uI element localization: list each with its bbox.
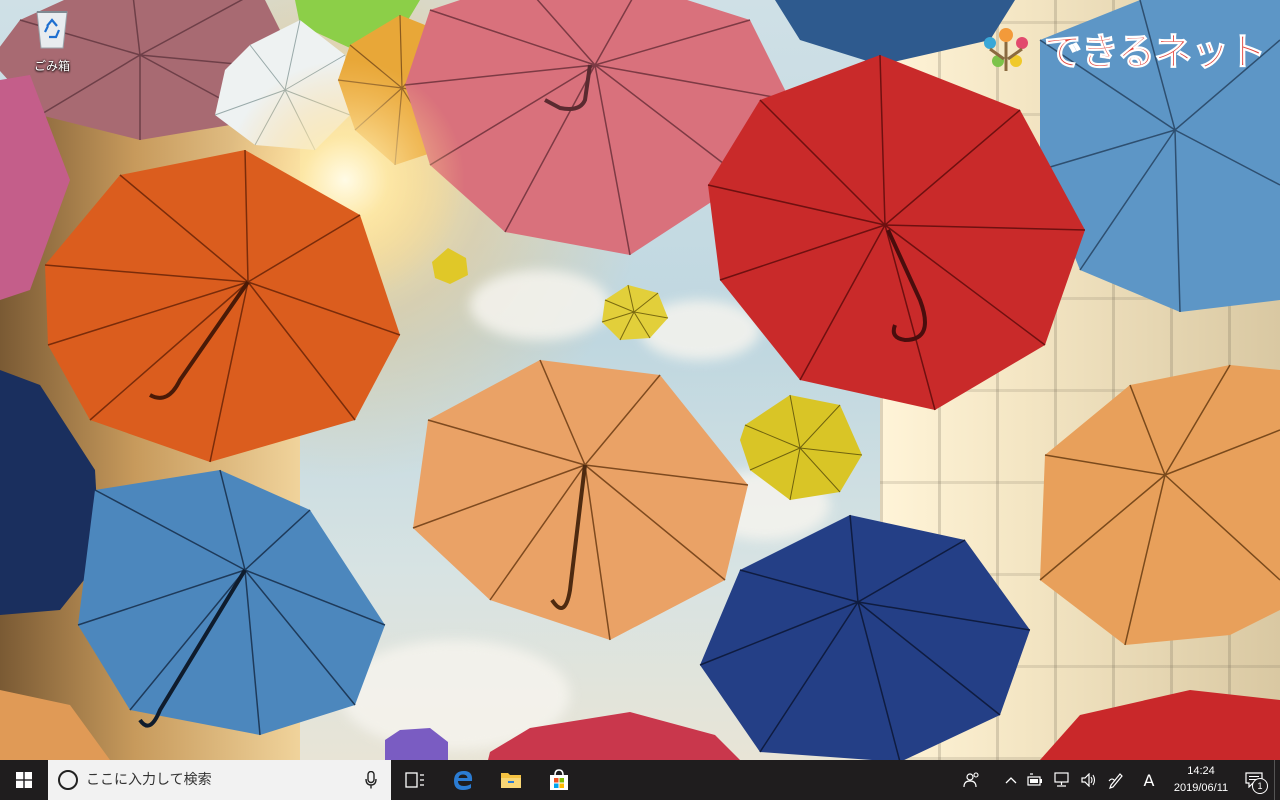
desktop-icon-label: ごみ箱 (33, 59, 70, 73)
file-explorer-icon (501, 773, 521, 788)
dekiru-net-logo-icon (984, 28, 1028, 71)
watermark-text: できるネット (1043, 29, 1266, 74)
task-view-button[interactable] (391, 760, 439, 800)
edge-taskbar-button[interactable] (439, 760, 487, 800)
umbrella (1040, 690, 1280, 760)
pen-icon (1108, 773, 1123, 789)
windows-logo-icon (16, 772, 32, 788)
chevron-up-icon (1005, 777, 1017, 784)
store-icon (550, 769, 568, 790)
cortana-ring-icon (58, 770, 78, 790)
dekiru-net-watermark: できるネット (978, 20, 1267, 76)
umbrella (707, 54, 1086, 411)
action-center-button[interactable]: 1 (1234, 760, 1274, 800)
umbrella (0, 690, 110, 760)
desktop-wallpaper (0, 0, 1280, 760)
clock-time: 14:24 (1187, 765, 1215, 777)
start-button[interactable] (0, 760, 48, 800)
clock-date: 2019/06/11 (1173, 782, 1229, 794)
notification-badge: 1 (1252, 778, 1268, 794)
umbrellas (0, 0, 1280, 760)
network-icon (1054, 772, 1069, 787)
desktop-icon-recycle-bin[interactable]: ごみ箱 (16, 6, 88, 74)
people-icon (963, 772, 979, 788)
task-view-icon (405, 772, 424, 788)
umbrella (699, 514, 1031, 760)
volume-button[interactable] (1076, 760, 1102, 800)
ime-mode-indicator[interactable]: A (1130, 760, 1168, 800)
recycle-bin-icon (36, 11, 68, 49)
store-taskbar-button[interactable] (535, 760, 583, 800)
show-desktop-button[interactable] (1274, 760, 1280, 800)
umbrella (601, 284, 669, 341)
battery-button[interactable] (1022, 760, 1048, 800)
volume-icon (1081, 773, 1096, 787)
windows-ink-button[interactable] (1102, 760, 1130, 800)
umbrella (412, 359, 749, 641)
umbrella (740, 394, 863, 501)
edge-icon (454, 771, 473, 790)
umbrella (1039, 364, 1280, 646)
file-explorer-taskbar-button[interactable] (487, 760, 535, 800)
taskbar: A 14:24 2019/06/11 1 (0, 760, 1280, 800)
clock-button[interactable]: 14:24 2019/06/11 (1168, 763, 1234, 797)
people-button[interactable] (958, 760, 986, 800)
battery-icon (1027, 773, 1042, 786)
network-button[interactable] (1048, 760, 1076, 800)
umbrella (385, 728, 448, 760)
show-hidden-icons-button[interactable] (1000, 760, 1022, 800)
umbrella (77, 469, 386, 736)
umbrella (488, 712, 740, 760)
taskbar-search-box[interactable] (48, 760, 391, 800)
microphone-icon[interactable] (365, 771, 377, 789)
search-input[interactable] (84, 771, 348, 789)
system-tray: A 14:24 2019/06/11 1 (958, 760, 1280, 800)
